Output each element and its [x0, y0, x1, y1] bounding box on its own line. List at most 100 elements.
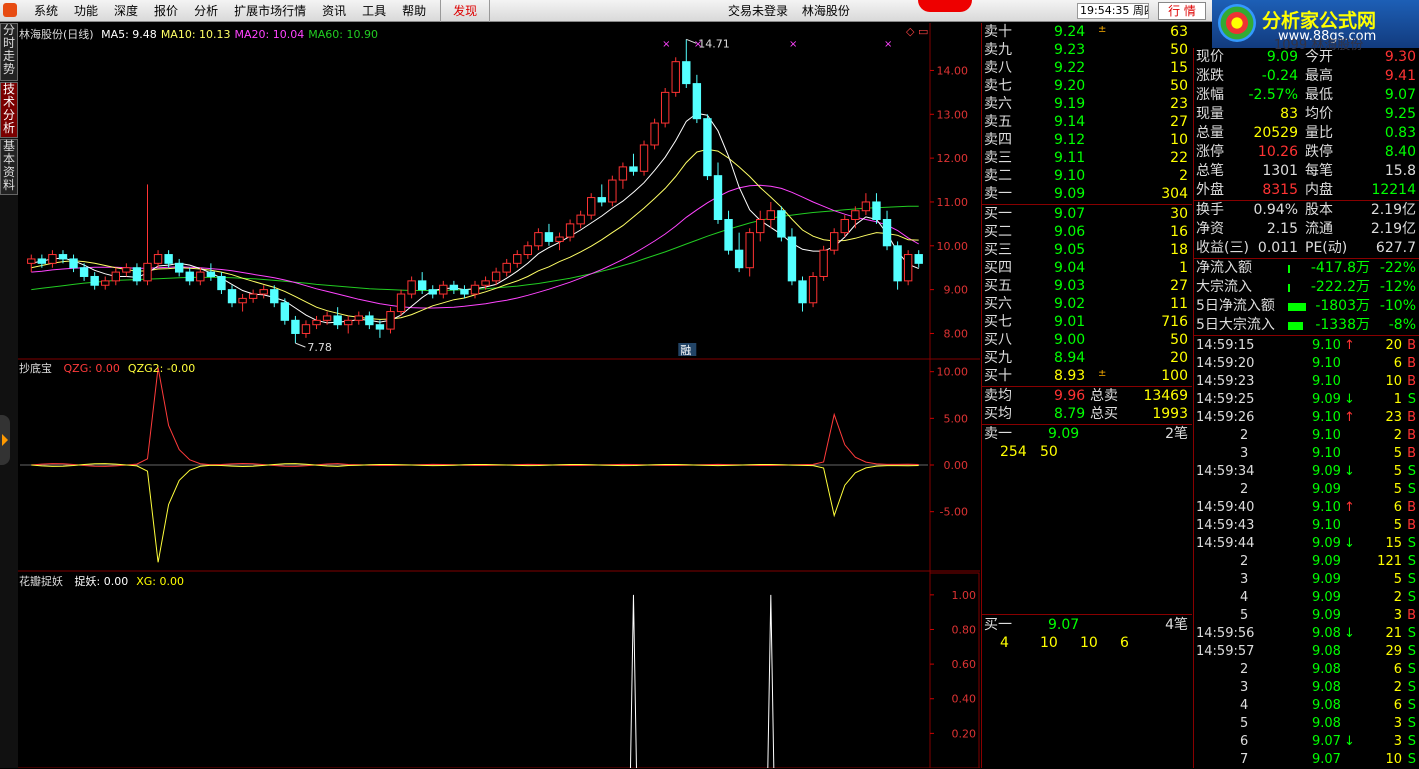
quote-label: 现量 [1196, 106, 1224, 122]
queue-item: 10 [1040, 635, 1058, 651]
login-status[interactable]: 交易未登录 [728, 4, 788, 18]
menu-item-0[interactable]: 系统 [26, 0, 66, 22]
avg-label2: 总卖 [1090, 388, 1118, 404]
quote-label: 最低 [1305, 87, 1333, 103]
menu-item-5[interactable]: 扩展市场行情 [226, 0, 314, 22]
candle-body [185, 271, 194, 282]
fund-flow-bar [1288, 322, 1303, 330]
order-level-label: 买五 [984, 278, 1012, 294]
menu-item-4[interactable]: 分析 [186, 0, 226, 22]
fund-flow-bar [1288, 303, 1306, 311]
chart-canvas[interactable]: 14.00 13.00 12.00 11.00 10.00 9.00 8.00 14.71 7.… [18, 23, 980, 768]
menu-item-1[interactable]: 功能 [66, 0, 106, 22]
tick-side: S [1407, 554, 1416, 569]
candle-body [270, 289, 279, 304]
menu-item-discover[interactable]: 发现 [440, 0, 491, 22]
tick-time: 6 [1240, 734, 1249, 749]
fund-flow-value: -1803万 [1315, 298, 1370, 314]
order-book-row: 买七 9.01 716 [982, 313, 1192, 331]
quote-value: 1301 [1262, 163, 1298, 179]
candle-body [48, 254, 57, 264]
tick-row: 14:59:44 9.09 ↓ 15 S [1194, 535, 1419, 553]
menu-item-7[interactable]: 工具 [354, 0, 394, 22]
candle-body [375, 324, 385, 330]
p1-y-tick-label: 9.00 [944, 284, 969, 297]
candle-body [893, 245, 902, 282]
tick-row: 2 9.10 2 B [1194, 427, 1419, 445]
tab-fundamentals[interactable]: 基本资料 [0, 139, 18, 195]
order-level-volume: 100 [1161, 368, 1188, 384]
order-book-row: 卖八 9.22 15 [982, 59, 1192, 77]
candle-body [301, 324, 311, 334]
menu-item-6[interactable]: 资讯 [314, 0, 354, 22]
ma-label-3: MA60: 10.90 [308, 28, 378, 41]
panel-control-icons[interactable]: ◇ ▭ [906, 25, 928, 38]
candle-body [227, 289, 237, 304]
order-level-volume: 304 [1161, 186, 1188, 202]
candle-body [576, 214, 585, 225]
tick-time: 3 [1240, 446, 1249, 461]
quote-label: 流通 [1305, 221, 1333, 237]
candle-body [787, 236, 797, 282]
tick-price: 9.10 [1312, 428, 1341, 443]
quote-value: -0.24 [1261, 68, 1298, 84]
panel3-header: 花瓣捉妖 捉妖: 0.00 XG: 0.00 [19, 573, 184, 589]
candle-body [354, 315, 363, 321]
qzg2-line [31, 463, 919, 563]
queue-price: 9.07 [1048, 617, 1080, 633]
tick-side: S [1407, 734, 1416, 749]
fund-flow-row: 5日大宗流入 -1338万 -8% [1194, 316, 1419, 335]
tick-side: S [1407, 482, 1416, 497]
candle-body [703, 118, 712, 177]
order-book-row: 卖五 9.14 27 [982, 113, 1192, 131]
candle-body [143, 262, 152, 282]
panel3-label-0: 捉妖: 0.00 [74, 575, 129, 588]
tick-row: 3 9.08 2 S [1194, 679, 1419, 697]
chart-area[interactable]: 14.00 13.00 12.00 11.00 10.00 9.00 8.00 14.71 7.… [18, 23, 980, 768]
quote-label: 涨跌 [1196, 68, 1224, 84]
queue-items: 254 50 [982, 443, 1192, 461]
menu-item-8[interactable]: 帮助 [394, 0, 434, 22]
order-level-price: 9.04 [1054, 260, 1086, 276]
tick-price: 9.08 [1312, 716, 1341, 731]
tick-time: 14:59:25 [1196, 392, 1255, 407]
tick-volume: 6 [1393, 500, 1402, 515]
tick-row: 2 9.08 6 S [1194, 661, 1419, 679]
tab-technical[interactable]: 技术分析 [0, 82, 18, 138]
order-level-volume: 16 [1170, 224, 1188, 240]
p1-y-tick-label: 12.00 [937, 152, 969, 165]
tick-side: S [1407, 536, 1416, 551]
ma-label-1: MA10: 10.13 [160, 28, 231, 41]
expand-arrow-icon[interactable] [0, 415, 10, 465]
order-book-row: 卖九 9.23 50 [982, 41, 1192, 59]
menu-item-2[interactable]: 深度 [106, 0, 146, 22]
queue-header: 买一 9.07 4笔 [982, 616, 1192, 634]
tick-price: 9.09 [1312, 482, 1341, 497]
order-level-label: 卖五 [984, 114, 1012, 130]
quote-row: 总量 20529 量比 0.83 [1194, 124, 1419, 143]
order-level-price: 9.22 [1054, 60, 1086, 76]
candle-body [692, 83, 702, 120]
order-level-volume: 15 [1170, 60, 1188, 76]
signal-mark: × [789, 39, 797, 50]
quote-value: 0.011 [1257, 240, 1298, 256]
ma-label-2: MA20: 10.04 [234, 28, 305, 41]
order-book-row: 卖七 9.20 50 [982, 77, 1192, 95]
order-level-price: 9.05 [1054, 242, 1086, 258]
candle-body [407, 280, 416, 295]
avg-total: 1993 [1152, 406, 1188, 422]
order-level-price: 9.02 [1054, 296, 1086, 312]
menu-item-3[interactable]: 报价 [146, 0, 186, 22]
tick-arrow: ↓ [1344, 734, 1355, 749]
tick-side: B [1407, 374, 1416, 389]
order-level-label: 买四 [984, 260, 1012, 276]
tab-intraday[interactable]: 分时走势 [0, 23, 18, 81]
quote-value: 2.15 [1266, 221, 1298, 237]
tick-volume: 10 [1385, 752, 1402, 767]
tick-volume: 10 [1385, 374, 1402, 389]
candle-body [629, 166, 638, 172]
tick-volume: 6 [1393, 662, 1402, 677]
order-book-row: 买四 9.04 1 [982, 259, 1192, 277]
order-level-volume: 63 [1170, 24, 1188, 40]
quote-button[interactable]: 行 情 [1158, 2, 1206, 20]
